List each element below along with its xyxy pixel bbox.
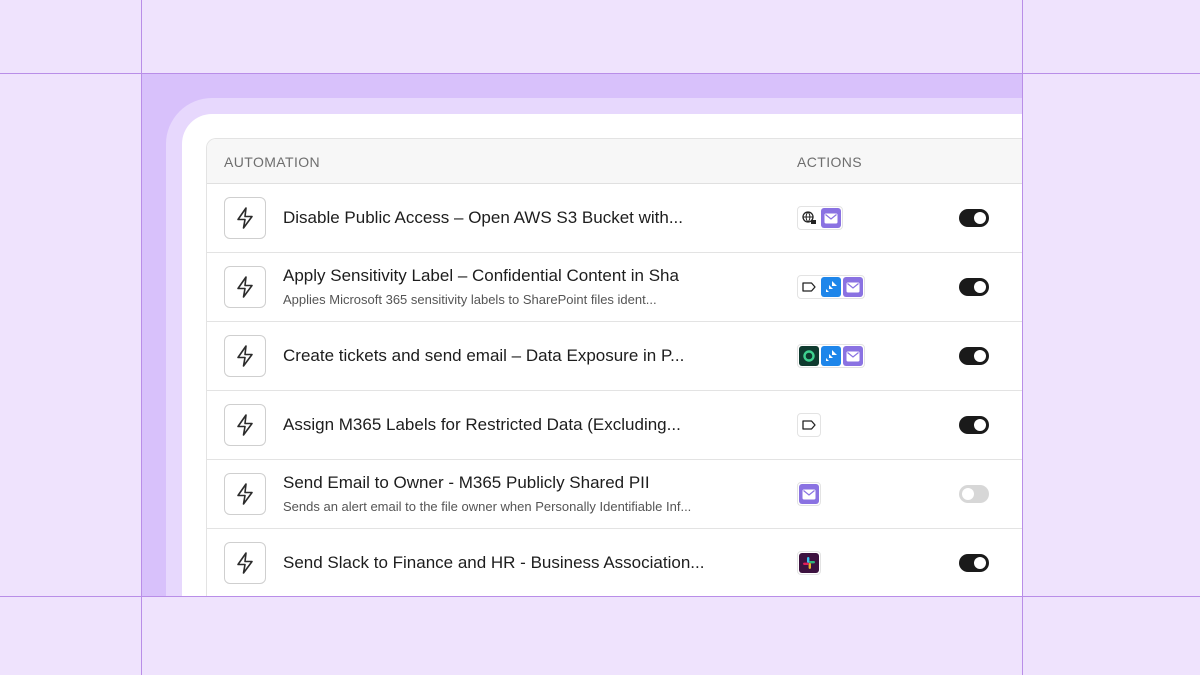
table-row[interactable]: Send Email to Owner - M365 Publicly Shar… xyxy=(207,460,1023,529)
app-window-stage: AUTOMATION ACTIONS Disable Public Access… xyxy=(142,74,1023,596)
slack-icon xyxy=(799,553,819,573)
lightning-bolt-icon xyxy=(224,542,266,584)
label-tag-icon xyxy=(799,277,819,297)
lightning-bolt-icon xyxy=(224,197,266,239)
guide-line-right xyxy=(1022,0,1023,675)
table-row[interactable]: Apply Sensitivity Label – Confidential C… xyxy=(207,253,1023,322)
automation-title[interactable]: Apply Sensitivity Label – Confidential C… xyxy=(283,266,693,286)
enable-toggle[interactable] xyxy=(959,209,989,227)
action-icons xyxy=(797,551,821,575)
mail-icon xyxy=(843,277,863,297)
enable-toggle[interactable] xyxy=(959,347,989,365)
mail-icon xyxy=(821,208,841,228)
label-tag-icon xyxy=(799,415,819,435)
ring-app-icon xyxy=(799,346,819,366)
jira-icon xyxy=(821,277,841,297)
enable-toggle[interactable] xyxy=(959,416,989,434)
toggle-knob xyxy=(974,281,986,293)
lightning-bolt-icon xyxy=(224,335,266,377)
toggle-knob xyxy=(962,488,974,500)
automations-table: AUTOMATION ACTIONS Disable Public Access… xyxy=(206,138,1023,596)
action-icons xyxy=(797,206,843,230)
automation-title[interactable]: Assign M365 Labels for Restricted Data (… xyxy=(283,415,723,435)
table-row[interactable]: Assign M365 Labels for Restricted Data (… xyxy=(207,391,1023,460)
automation-title[interactable]: Send Slack to Finance and HR - Business … xyxy=(283,553,743,573)
jira-icon xyxy=(821,346,841,366)
lightning-bolt-icon xyxy=(224,266,266,308)
mail-icon xyxy=(843,346,863,366)
globe-lock-icon xyxy=(799,208,819,228)
automation-description: Applies Microsoft 365 sensitivity labels… xyxy=(283,292,657,307)
mail-icon xyxy=(799,484,819,504)
guide-line-left xyxy=(141,0,142,675)
toggle-knob xyxy=(974,557,986,569)
automation-title[interactable]: Create tickets and send email – Data Exp… xyxy=(283,346,723,366)
action-icons xyxy=(797,275,865,299)
table-row[interactable]: Create tickets and send email – Data Exp… xyxy=(207,322,1023,391)
enable-toggle[interactable] xyxy=(959,278,989,296)
enable-toggle[interactable] xyxy=(959,554,989,572)
lightning-bolt-icon xyxy=(224,473,266,515)
table-header: AUTOMATION ACTIONS xyxy=(207,139,1023,184)
enable-toggle[interactable] xyxy=(959,485,989,503)
toggle-knob xyxy=(974,350,986,362)
lightning-bolt-icon xyxy=(224,404,266,446)
action-icons xyxy=(797,344,865,368)
column-header-automation[interactable]: AUTOMATION xyxy=(224,154,320,170)
column-header-actions[interactable]: ACTIONS xyxy=(797,154,862,170)
automation-title[interactable]: Send Email to Owner - M365 Publicly Shar… xyxy=(283,473,723,493)
table-row[interactable]: Send Slack to Finance and HR - Business … xyxy=(207,529,1023,596)
automation-title[interactable]: Disable Public Access – Open AWS S3 Buck… xyxy=(283,208,723,228)
toggle-knob xyxy=(974,212,986,224)
guide-line-bottom xyxy=(0,596,1200,597)
automation-description: Sends an alert email to the file owner w… xyxy=(283,499,692,514)
toggle-knob xyxy=(974,419,986,431)
action-icons xyxy=(797,413,821,437)
guide-line-top xyxy=(0,73,1200,74)
table-row[interactable]: Disable Public Access – Open AWS S3 Buck… xyxy=(207,184,1023,253)
action-icons xyxy=(797,482,821,506)
